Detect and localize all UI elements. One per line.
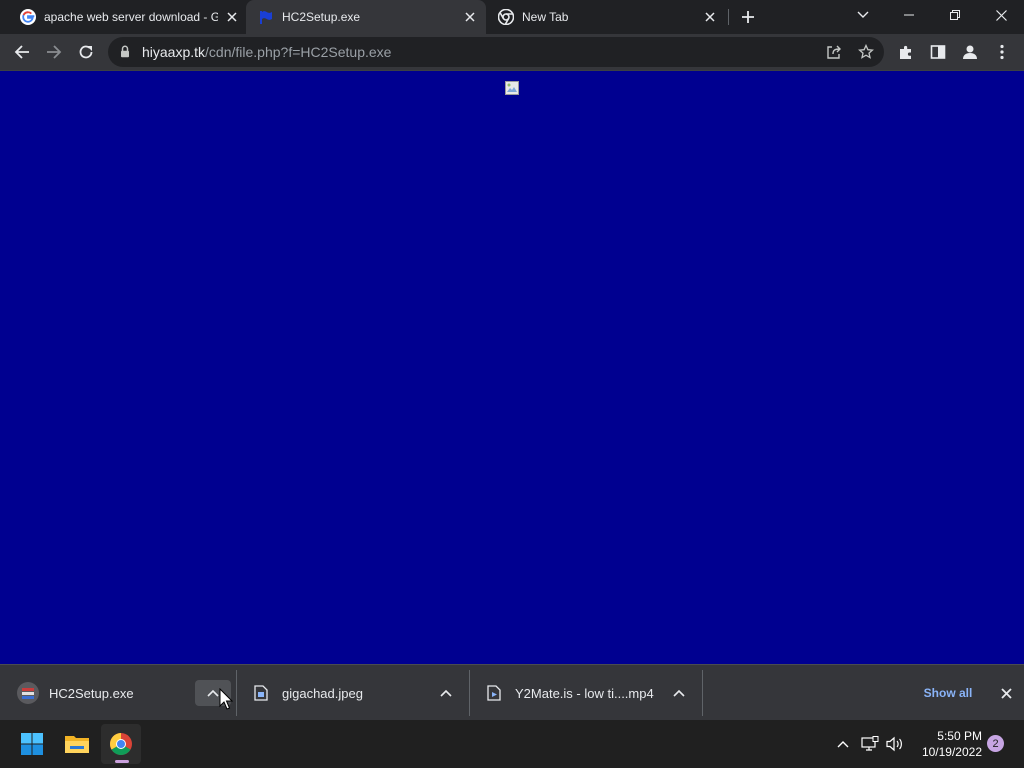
download-filename: Y2Mate.is - low ti....mp4 xyxy=(515,685,654,701)
tab-apache-search[interactable]: apache web server download - G xyxy=(8,0,248,34)
chrome-taskbar-button[interactable] xyxy=(101,724,141,764)
restore-icon xyxy=(950,10,960,20)
show-hidden-icons-button[interactable] xyxy=(831,732,855,756)
tab-strip: apache web server download - G HC2Setup.… xyxy=(0,0,1024,34)
file-icon xyxy=(482,681,506,705)
url-text[interactable]: hiyaaxp.tk/cdn/file.php?f=HC2Setup.exe xyxy=(142,44,391,60)
tab-separator xyxy=(728,9,729,25)
plus-icon xyxy=(742,11,754,23)
installer-icon xyxy=(16,681,40,705)
tab-title: apache web server download - G xyxy=(44,10,218,24)
download-separator xyxy=(702,670,703,716)
start-button[interactable] xyxy=(12,724,52,764)
network-button[interactable] xyxy=(858,732,882,756)
share-icon xyxy=(827,45,841,59)
download-options-button[interactable] xyxy=(428,680,464,706)
forward-button[interactable] xyxy=(38,36,70,68)
back-button[interactable] xyxy=(6,36,38,68)
blue-flag-icon xyxy=(260,11,272,24)
chevron-up-icon xyxy=(207,689,219,697)
close-shelf-button[interactable] xyxy=(994,681,1018,705)
puzzle-icon xyxy=(900,45,911,59)
extensions-button[interactable] xyxy=(890,36,922,68)
close-icon[interactable] xyxy=(702,9,718,25)
reload-icon xyxy=(79,45,93,59)
profile-button[interactable] xyxy=(954,36,986,68)
star-icon xyxy=(858,44,874,59)
lock-icon xyxy=(121,45,129,58)
restore-button[interactable] xyxy=(932,0,978,30)
file-icon xyxy=(249,681,273,705)
tab-title: HC2Setup.exe xyxy=(282,10,361,24)
notification-badge[interactable]: 2 xyxy=(987,735,1004,752)
volume-button[interactable] xyxy=(883,732,907,756)
reload-button[interactable] xyxy=(70,36,102,68)
tab-hc2setup[interactable]: HC2Setup.exe xyxy=(246,0,486,34)
download-item[interactable]: gigachad.jpeg xyxy=(249,665,429,721)
download-filename: HC2Setup.exe xyxy=(49,685,134,701)
broken-image-icon xyxy=(505,81,519,95)
chrome-icon xyxy=(498,9,514,25)
chevron-up-icon xyxy=(837,741,849,748)
mouse-cursor-icon xyxy=(219,688,233,710)
download-separator xyxy=(236,670,237,716)
network-icon xyxy=(861,736,879,751)
chevron-down-icon xyxy=(857,11,869,18)
start-icon xyxy=(21,733,43,755)
download-shelf: HC2Setup.exe gigachad.jpeg Y2Mate.is - l… xyxy=(0,664,1024,720)
tab-search-button[interactable] xyxy=(840,0,886,30)
share-button[interactable] xyxy=(818,36,850,68)
close-icon xyxy=(995,9,1007,21)
show-all-downloads-button[interactable]: Show all xyxy=(914,682,982,704)
url-host: hiyaaxp.tk xyxy=(142,44,206,60)
side-panel-button[interactable] xyxy=(922,36,954,68)
taskbar: 5:50 PM 10/19/2022 xyxy=(0,720,1024,768)
page-content xyxy=(0,70,1024,664)
menu-button[interactable] xyxy=(986,36,1018,68)
clock-time: 5:50 PM xyxy=(937,729,982,743)
chevron-up-icon xyxy=(673,689,685,697)
profile-icon xyxy=(963,45,977,59)
toolbar: hiyaaxp.tk/cdn/file.php?f=HC2Setup.exe xyxy=(0,34,1024,70)
minimize-icon xyxy=(904,14,914,16)
url-path: /cdn/file.php?f=HC2Setup.exe xyxy=(205,44,392,60)
close-window-button[interactable] xyxy=(978,0,1024,30)
minimize-button[interactable] xyxy=(886,0,932,30)
tab-title: New Tab xyxy=(522,10,569,24)
file-explorer-icon xyxy=(65,736,89,753)
download-item[interactable]: Y2Mate.is - low ti....mp4 xyxy=(482,665,662,721)
google-g-icon xyxy=(20,9,36,25)
volume-icon xyxy=(886,736,902,752)
kebab-menu-icon xyxy=(1000,44,1004,60)
close-icon[interactable] xyxy=(224,9,240,25)
arrow-left-icon xyxy=(14,45,29,59)
side-panel-icon xyxy=(930,45,946,59)
close-icon[interactable] xyxy=(462,9,478,25)
active-app-indicator xyxy=(115,760,129,763)
download-filename: gigachad.jpeg xyxy=(282,685,363,701)
tab-new-tab[interactable]: New Tab xyxy=(486,0,726,34)
download-item[interactable]: HC2Setup.exe xyxy=(16,665,196,721)
clock-date: 10/19/2022 xyxy=(921,745,982,759)
bookmark-button[interactable] xyxy=(850,36,882,68)
new-tab-button[interactable] xyxy=(732,1,764,33)
arrow-right-icon xyxy=(47,45,62,59)
address-bar[interactable]: hiyaaxp.tk/cdn/file.php?f=HC2Setup.exe xyxy=(108,37,884,67)
download-options-button[interactable] xyxy=(661,680,697,706)
close-icon xyxy=(1000,687,1012,699)
chevron-up-icon xyxy=(440,689,452,697)
download-separator xyxy=(469,670,470,716)
file-explorer-button[interactable] xyxy=(57,724,97,764)
clock[interactable]: 5:50 PM 10/19/2022 xyxy=(912,728,982,760)
chrome-icon xyxy=(110,733,132,755)
